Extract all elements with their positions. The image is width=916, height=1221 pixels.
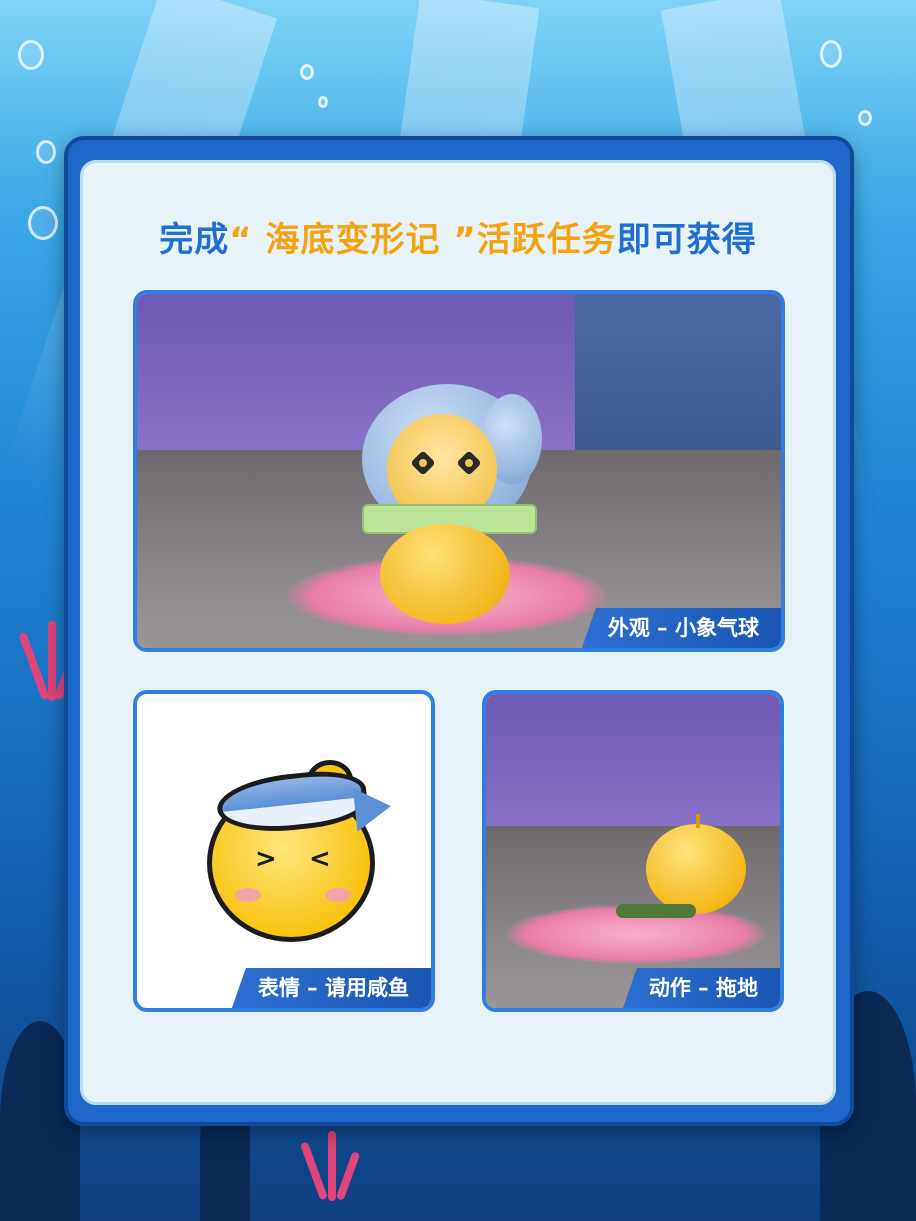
emote-label-tag: 表情 – 请用咸鱼 xyxy=(231,968,431,1008)
bubble xyxy=(858,110,872,126)
title-quote-open: “ xyxy=(229,220,253,260)
bubble xyxy=(820,40,842,68)
mopping-character xyxy=(616,814,756,924)
bubble xyxy=(18,40,44,70)
title-part3: 即可获得 xyxy=(616,220,757,260)
title-highlight: 海底变形记 xyxy=(252,220,454,260)
coral xyxy=(299,1131,361,1201)
title-quote-close: ” xyxy=(453,220,477,260)
elephant-balloon-character xyxy=(352,374,552,624)
action-label-tag: 动作 – 拖地 xyxy=(622,968,780,1008)
page-title: 完成“ 海底变形记 ”活跃任务即可获得 xyxy=(0,212,916,261)
title-part2: 活跃任务 xyxy=(476,220,617,260)
emote-card[interactable]: > < 表情 – 请用咸鱼 xyxy=(133,690,435,1012)
title-part1: 完成 xyxy=(159,220,230,260)
outfit-label-tag: 外观 – 小象气球 xyxy=(581,608,781,648)
action-card[interactable]: 动作 – 拖地 xyxy=(482,690,784,1012)
bubble xyxy=(300,64,314,80)
bubble xyxy=(318,96,328,108)
bubble xyxy=(36,140,56,164)
outfit-card[interactable]: 外观 – 小象气球 xyxy=(133,290,785,652)
